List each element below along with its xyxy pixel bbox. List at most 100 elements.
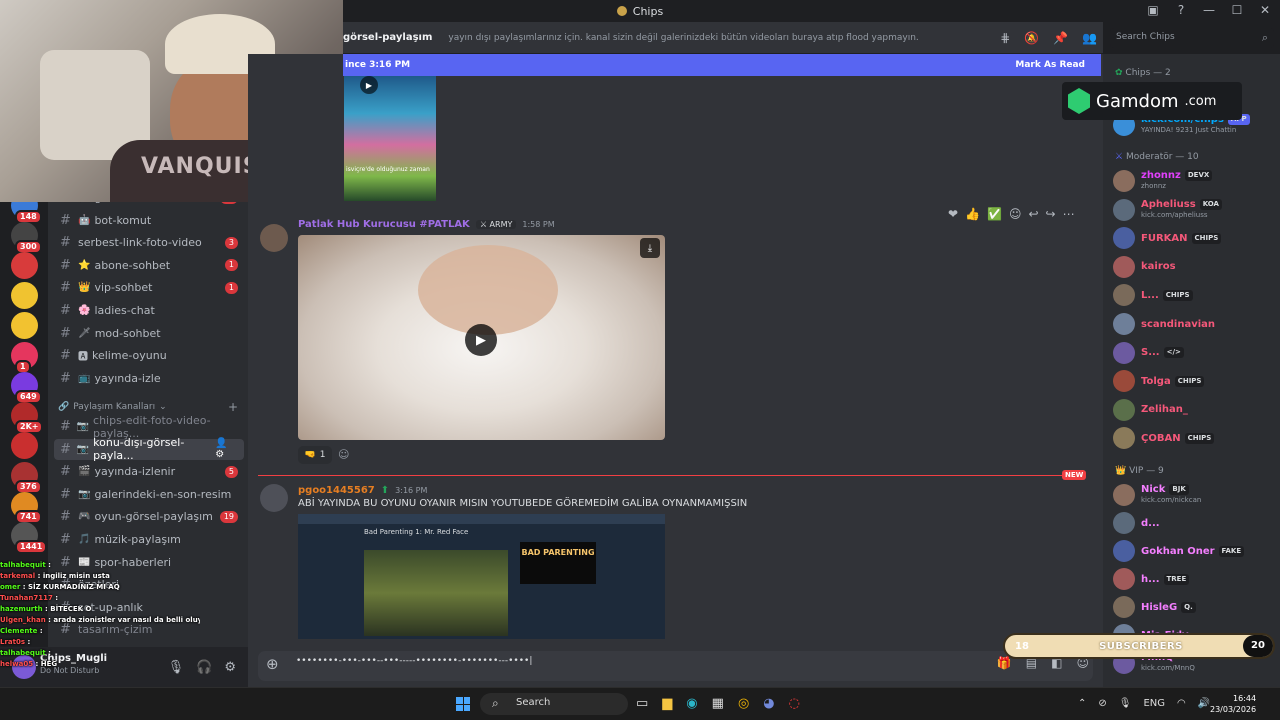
new-messages-bar[interactable]: ince 3:16 PM Mark As Read: [343, 54, 1101, 76]
channel-item[interactable]: # 🌸 ladies-chat: [54, 300, 244, 321]
maximize-button[interactable]: ☐: [1230, 3, 1244, 17]
message-area: ince 3:16 PM Mark As Read isviçre'de old…: [248, 54, 1103, 647]
channel-item[interactable]: # serbest-link-foto-video 3: [54, 232, 244, 253]
threads-icon[interactable]: ⋕: [1000, 31, 1010, 45]
message-username[interactable]: Patlak Hub Kurucusu #PATLAK: [298, 219, 470, 230]
member-name: scandinavian: [1141, 319, 1215, 330]
mark-as-read-button[interactable]: Mark As Read: [1015, 60, 1085, 70]
image-attachment[interactable]: Bad Parenting 1: Mr. Red Face BAD PARENT…: [298, 514, 665, 639]
chevron-up-icon[interactable]: ⌃: [1078, 698, 1086, 709]
server-icon[interactable]: [11, 312, 38, 339]
server-icon[interactable]: [11, 282, 38, 309]
help-icon[interactable]: ?: [1174, 3, 1188, 17]
search-input[interactable]: Search Chips ⌕: [1110, 28, 1274, 48]
channel-item[interactable]: # 📺 yayında-izle: [54, 368, 244, 389]
member-item[interactable]: h... TREE: [1113, 566, 1275, 592]
member-item[interactable]: FURKAN CHIPS: [1113, 225, 1275, 251]
server-icon[interactable]: 1441: [11, 522, 48, 554]
channel-topic[interactable]: yayın dışı paylaşımlarınız için. kanal s…: [448, 33, 918, 43]
gear-icon[interactable]: ⚙: [224, 660, 236, 675]
channel-item[interactable]: # 📷 chips-edit-foto-video-paylaş...: [54, 414, 244, 440]
wifi-icon[interactable]: ◠: [1177, 698, 1186, 709]
member-item[interactable]: Tolga CHIPS: [1113, 368, 1275, 394]
server-icon[interactable]: 649: [11, 372, 42, 404]
play-icon[interactable]: ▶: [465, 324, 497, 356]
add-reaction-icon[interactable]: ☺: [338, 448, 349, 461]
avatar: [1113, 370, 1135, 393]
member-item[interactable]: zhonnz DEVX zhonnz: [1113, 168, 1275, 194]
store-icon[interactable]: ▦: [712, 696, 724, 711]
server-icon[interactable]: [11, 252, 38, 279]
windows-start-icon[interactable]: [456, 697, 470, 711]
edge-icon[interactable]: ◉: [686, 696, 697, 711]
member-info: zhonnz DEVX zhonnz: [1141, 170, 1213, 192]
channel-item[interactable]: # 📷 konu-dışı-görsel-payla... 👤 ⚙: [54, 436, 244, 462]
member-item[interactable]: kairos: [1113, 254, 1275, 280]
server-icon[interactable]: 300: [11, 222, 42, 254]
thumbs-up-react-icon[interactable]: 👍: [965, 207, 980, 221]
member-item[interactable]: S... </>: [1113, 340, 1275, 366]
channel-settings-icon[interactable]: 👤 ⚙: [215, 438, 238, 460]
volume-icon[interactable]: 🔊: [1198, 698, 1210, 709]
reply-icon[interactable]: ↩: [1028, 207, 1038, 221]
member-item[interactable]: L... CHIPS: [1113, 282, 1275, 308]
check-react-icon[interactable]: ✅: [987, 207, 1002, 221]
forward-icon[interactable]: ↪: [1046, 207, 1056, 221]
member-info: Zelihan_: [1141, 404, 1188, 415]
file-explorer-icon[interactable]: ▆: [662, 696, 672, 711]
member-item[interactable]: ÇOBAN CHIPS: [1113, 425, 1275, 451]
mic-icon[interactable]: 🎙: [1119, 698, 1132, 709]
channel-item[interactable]: # ⭐ abone-sohbet 1: [54, 255, 244, 276]
member-item[interactable]: Nick BJK kick.com/nickcan: [1113, 482, 1275, 508]
category-header[interactable]: 🔗 Paylaşım Kanalları ⌄ +: [58, 400, 238, 414]
channel-item[interactable]: # 📷 galerindeki-en-son-resim: [54, 484, 244, 505]
member-item[interactable]: Apheliuss KOA kick.com/apheliuss: [1113, 197, 1275, 223]
member-item[interactable]: scandinavian: [1113, 311, 1275, 337]
language-indicator[interactable]: ENG: [1143, 698, 1165, 709]
close-button[interactable]: ✕: [1258, 3, 1272, 17]
member-item[interactable]: Gokhan Oner FAKE: [1113, 538, 1275, 564]
channel-item[interactable]: # 🤖 bot-komut: [54, 210, 244, 231]
server-icon[interactable]: 741: [11, 492, 42, 524]
channel-name: yayında-izle: [94, 371, 161, 385]
create-channel-icon[interactable]: +: [228, 400, 238, 414]
server-icon[interactable]: 376: [11, 462, 42, 494]
channel-item[interactable]: # 🎵 müzik-paylaşım: [54, 529, 244, 550]
task-view-icon[interactable]: ▭: [636, 696, 648, 711]
channel-item[interactable]: # 🅰kelime-oyunu: [54, 345, 244, 366]
channel-item[interactable]: # 🗡 mod-sohbet: [54, 323, 244, 344]
clock[interactable]: 16:44 23/03/2026: [1210, 693, 1256, 715]
member-item[interactable]: d...: [1113, 510, 1275, 536]
chrome-icon[interactable]: ◎: [738, 696, 749, 711]
download-icon[interactable]: ⤓: [640, 238, 660, 258]
message-username[interactable]: pgoo1445567: [298, 485, 375, 496]
network-off-icon[interactable]: ⊘: [1098, 698, 1106, 709]
channel-item[interactable]: # 🎬 yayında-izlenir 5: [54, 461, 244, 482]
member-name-text: L...: [1141, 289, 1159, 301]
member-item[interactable]: Zelihan_: [1113, 397, 1275, 423]
channel-item[interactable]: # 👑 vip-sohbet 1: [54, 277, 244, 298]
opera-icon[interactable]: ◌: [789, 696, 800, 711]
inbox-icon[interactable]: ▣: [1146, 3, 1160, 17]
pin-icon[interactable]: 📌: [1053, 31, 1068, 45]
attach-icon[interactable]: ⊕: [266, 655, 279, 673]
gift-icon[interactable]: 🎁: [997, 656, 1012, 670]
more-icon[interactable]: ⋯: [1063, 207, 1075, 221]
member-item[interactable]: HisleG Q.: [1113, 594, 1275, 620]
channel-item[interactable]: # 🎮 oyun-görsel-paylaşım 19: [54, 506, 244, 527]
avatar[interactable]: [260, 484, 288, 512]
add-reaction-icon[interactable]: ☺: [1009, 207, 1022, 221]
video-thumbnail[interactable]: isviçre'de olduğunuz zaman: [344, 76, 436, 201]
reaction-pill[interactable]: 🤜 1: [298, 446, 332, 464]
members-icon[interactable]: 👥: [1082, 31, 1097, 45]
minimize-button[interactable]: —: [1202, 3, 1216, 17]
server-icon[interactable]: 2K+: [11, 402, 44, 434]
heart-react-icon[interactable]: ❤: [948, 207, 958, 221]
server-icon[interactable]: 1: [11, 342, 38, 374]
mute-icon[interactable]: 🔕: [1024, 31, 1039, 45]
taskbar-search[interactable]: ⌕ Search: [480, 693, 628, 715]
play-icon[interactable]: ▶: [360, 76, 378, 94]
server-icon[interactable]: [11, 432, 38, 459]
discord-icon[interactable]: ◕: [763, 696, 774, 711]
avatar[interactable]: [260, 224, 288, 252]
